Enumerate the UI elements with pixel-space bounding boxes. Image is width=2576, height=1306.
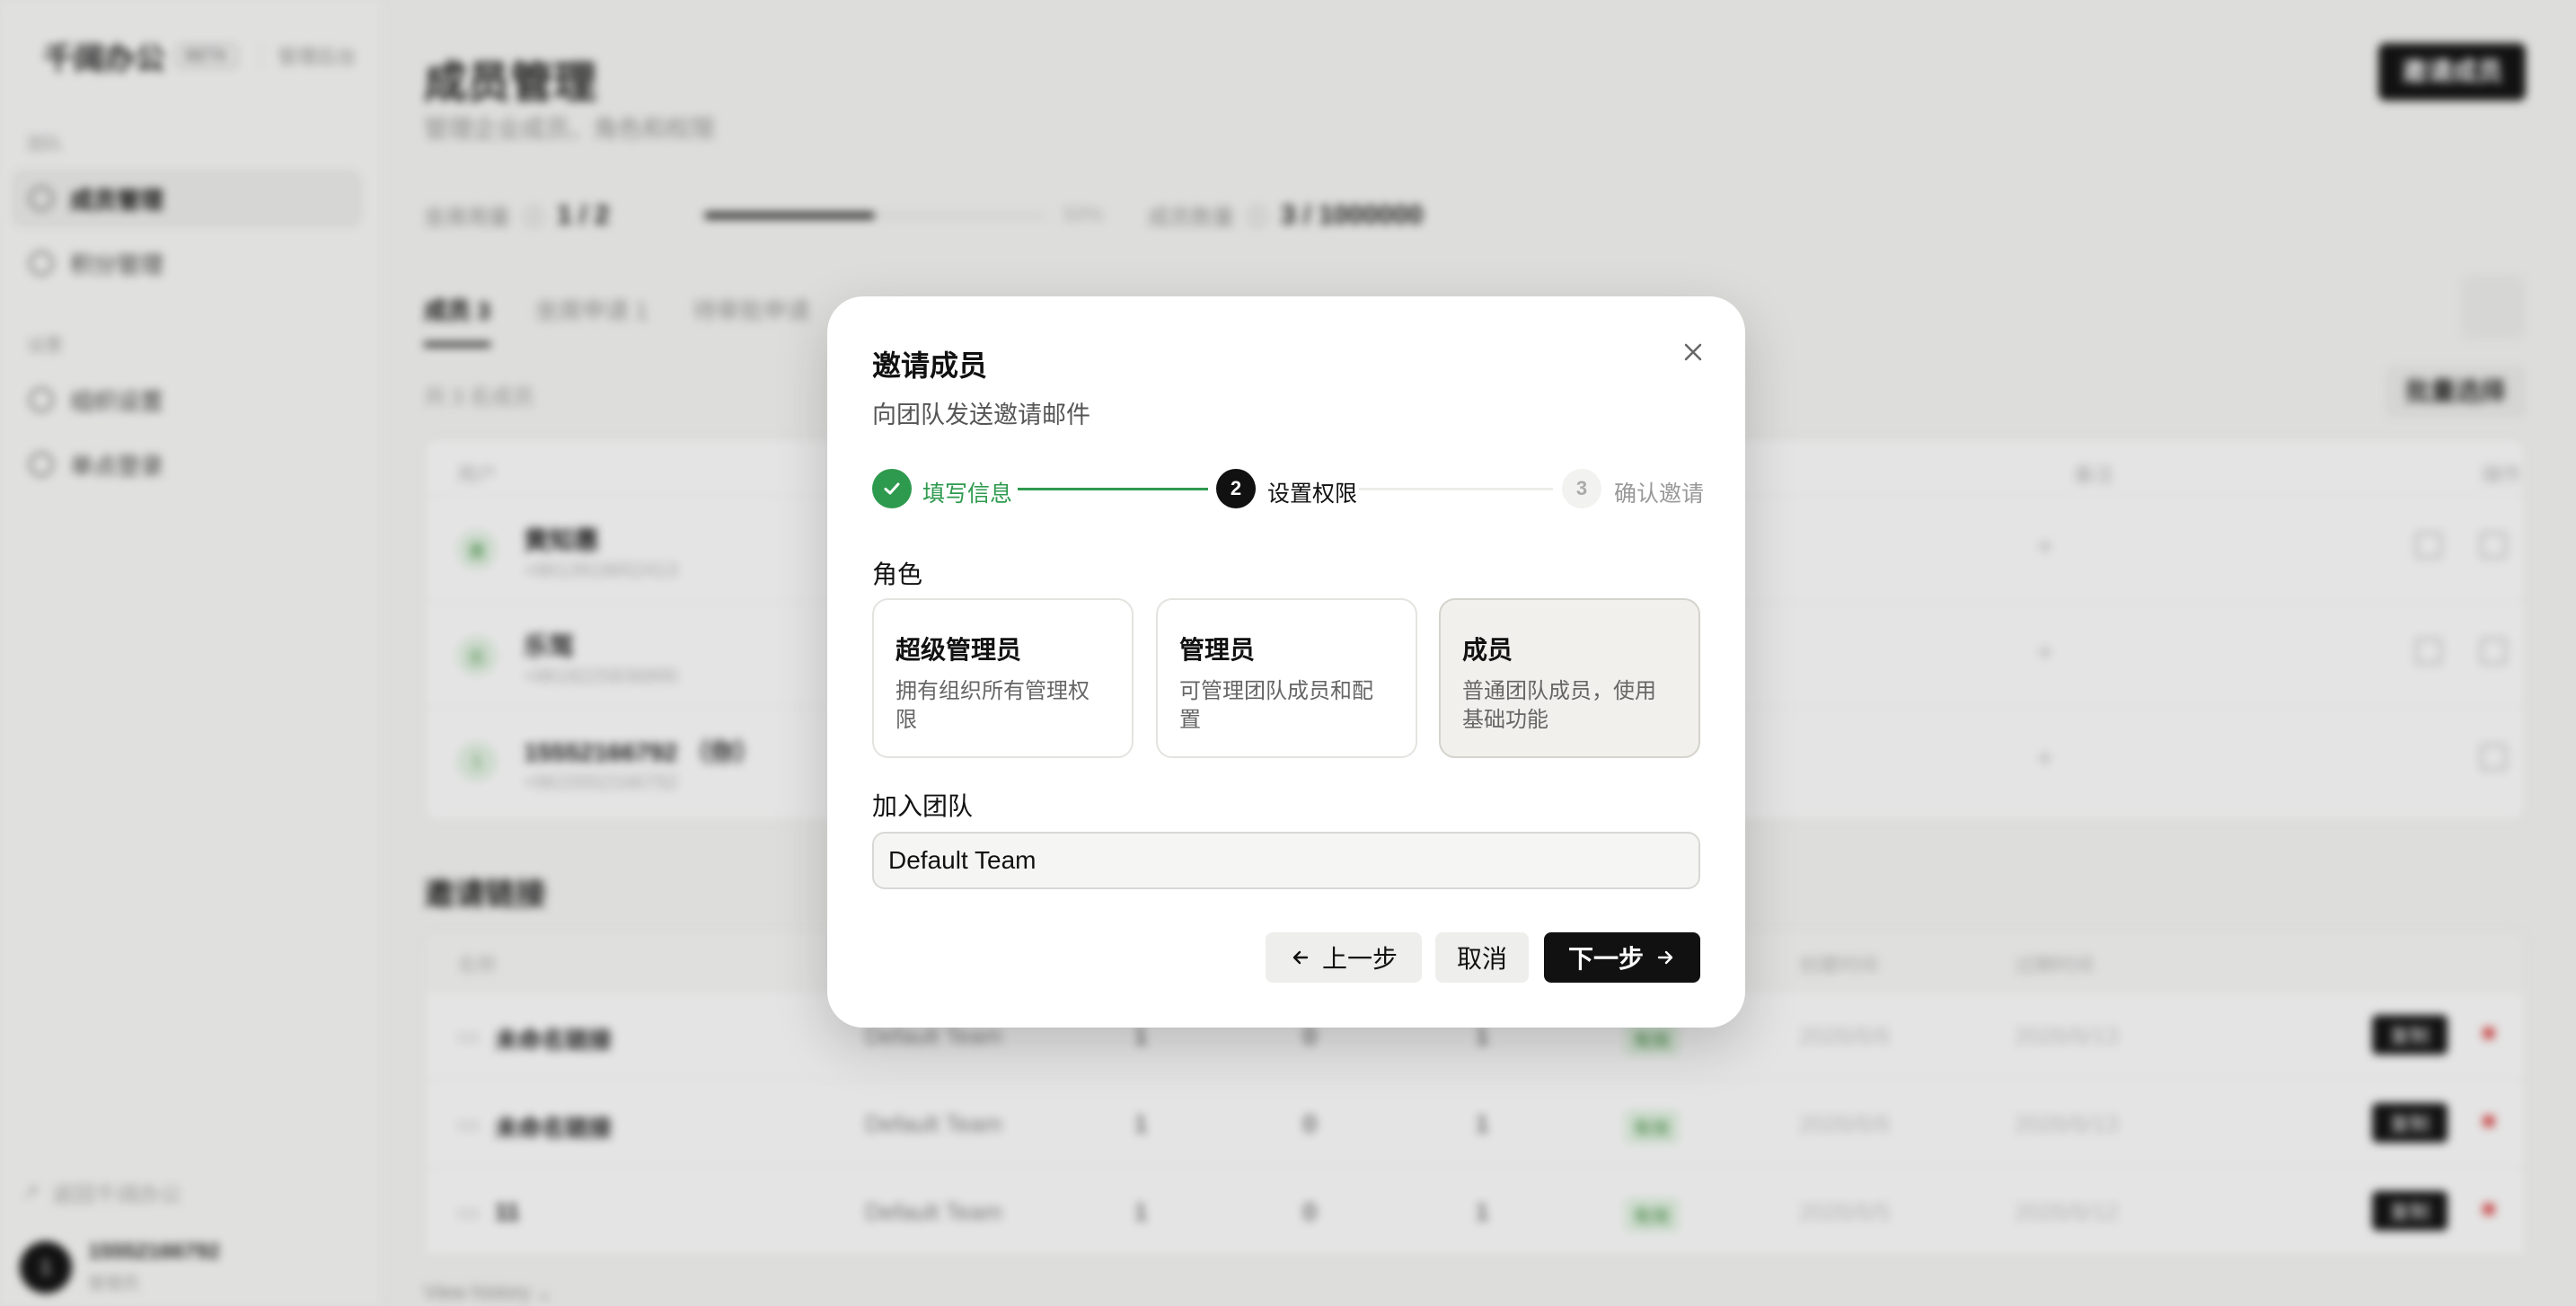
role-description: 拥有组织所有管理权限 xyxy=(895,679,1090,732)
dialog-title: 邀请成员 xyxy=(872,349,988,382)
arrow-right-icon xyxy=(1657,950,1673,965)
role-name: 管理员 xyxy=(1179,636,1256,664)
step-2-number: 2 xyxy=(1216,469,1256,508)
step-3-number: 3 xyxy=(1562,469,1601,508)
step-connector xyxy=(1359,488,1553,490)
step-1-label: 填写信息 xyxy=(922,481,1013,507)
step-1-check xyxy=(872,469,912,508)
role-option-super-admin[interactable]: 超级管理员 拥有组织所有管理权限 xyxy=(872,598,1134,758)
next-label: 下一步 xyxy=(1567,945,1644,973)
role-label: 角色 xyxy=(872,560,923,588)
step-2-label: 设置权限 xyxy=(1267,481,1358,507)
role-description: 可管理团队成员和配置 xyxy=(1179,679,1373,732)
close-icon[interactable] xyxy=(1675,334,1711,370)
step-3-label: 确认邀请 xyxy=(1614,481,1705,507)
previous-button[interactable]: 上一步 xyxy=(1266,932,1422,983)
team-label: 加入团队 xyxy=(872,792,974,820)
role-option-member[interactable]: 成员 普通团队成员，使用基础功能 xyxy=(1439,598,1700,758)
dialog-subtitle: 向团队发送邀请邮件 xyxy=(872,402,1090,428)
role-option-admin[interactable]: 管理员 可管理团队成员和配置 xyxy=(1156,598,1417,758)
next-button[interactable]: 下一步 xyxy=(1544,932,1700,983)
invite-member-dialog: 邀请成员 向团队发送邀请邮件 填写信息 2 设置权限 3 确认邀请 角色 超级管… xyxy=(827,296,1745,1028)
arrow-left-icon xyxy=(1292,950,1309,965)
team-select[interactable]: Default Team xyxy=(872,832,1700,889)
role-name: 超级管理员 xyxy=(895,636,1022,664)
role-name: 成员 xyxy=(1462,636,1513,664)
step-connector xyxy=(1018,488,1208,490)
check-icon xyxy=(884,482,900,495)
previous-label: 上一步 xyxy=(1321,945,1398,973)
role-description: 普通团队成员，使用基础功能 xyxy=(1462,679,1656,732)
cancel-button[interactable]: 取消 xyxy=(1435,932,1529,983)
